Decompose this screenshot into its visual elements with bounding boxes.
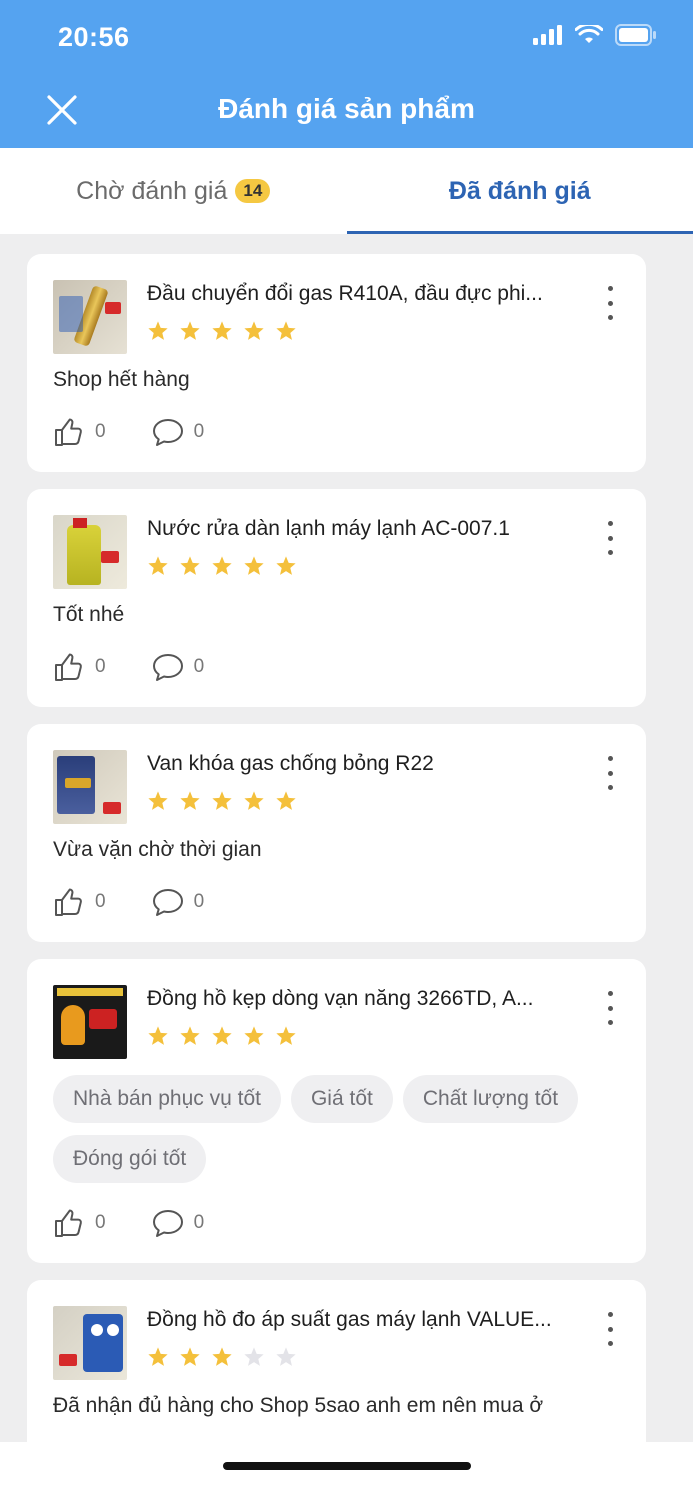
tab-bar: Chờ đánh giá 14 Đã đánh giá	[0, 148, 693, 234]
comment-count: 0	[193, 1212, 205, 1233]
like-count: 0	[95, 656, 106, 677]
comment-bubble-icon	[152, 889, 183, 916]
comment-button[interactable]: 0	[152, 416, 205, 448]
star-filled-icon	[212, 791, 232, 810]
star-filled-icon	[180, 791, 200, 810]
product-thumbnail[interactable]	[53, 1306, 127, 1380]
product-name[interactable]: Van khóa gas chống bỏng R22	[147, 752, 580, 776]
like-button[interactable]: 0	[53, 651, 106, 683]
comment-bubble-icon	[152, 654, 183, 681]
star-filled-icon	[148, 321, 168, 340]
comment-bubble-icon	[152, 1210, 183, 1237]
star-filled-icon	[244, 791, 264, 810]
signal-icon	[533, 25, 562, 45]
star-empty-icon	[244, 1347, 264, 1366]
like-count: 0	[95, 1212, 106, 1233]
product-name[interactable]: Nước rửa dàn lạnh máy lạnh AC-007.1	[147, 517, 580, 541]
product-thumbnail[interactable]	[53, 280, 127, 354]
tab-label: Chờ đánh giá	[76, 176, 228, 205]
comment-count: 0	[193, 421, 205, 442]
review-comment: Vừa vặn chờ thời gian	[53, 838, 262, 861]
app-header: 20:56 Đánh giá sản phẩm	[0, 0, 693, 148]
star-filled-icon	[212, 1026, 232, 1045]
comment-button[interactable]: 0	[152, 1207, 205, 1239]
review-card: Đồng hồ kẹp dòng vạn năng 3266TD, A... N…	[27, 959, 646, 1263]
product-name[interactable]: Đồng hồ kẹp dòng vạn năng 3266TD, A...	[147, 987, 580, 1011]
more-options-button[interactable]	[600, 521, 620, 555]
star-filled-icon	[180, 556, 200, 575]
star-filled-icon	[244, 556, 264, 575]
review-comment: Tốt nhé	[53, 603, 125, 626]
rating-stars	[147, 1025, 580, 1047]
review-list: Đầu chuyển đổi gas R410A, đầu đực phi...…	[27, 254, 646, 1477]
thumbs-up-icon	[55, 888, 82, 916]
star-filled-icon	[276, 791, 296, 810]
review-card: Nước rửa dàn lạnh máy lạnh AC-007.1 Tốt …	[27, 489, 646, 707]
star-filled-icon	[276, 321, 296, 340]
star-filled-icon	[148, 1347, 168, 1366]
star-filled-icon	[148, 556, 168, 575]
wifi-icon	[575, 25, 603, 43]
star-filled-icon	[244, 321, 264, 340]
home-indicator[interactable]	[223, 1462, 471, 1470]
more-options-button[interactable]	[600, 756, 620, 790]
product-name[interactable]: Đầu chuyển đổi gas R410A, đầu đực phi...	[147, 282, 580, 306]
tab-pending-review[interactable]: Chờ đánh giá 14	[0, 148, 347, 234]
star-filled-icon	[180, 321, 200, 340]
more-options-button[interactable]	[600, 1312, 620, 1346]
battery-icon	[615, 24, 656, 46]
review-comment: Đã nhận đủ hàng cho Shop 5sao anh em nên…	[53, 1394, 544, 1417]
comment-count: 0	[193, 656, 205, 677]
star-filled-icon	[180, 1347, 200, 1366]
thumbs-up-icon	[55, 653, 82, 681]
star-filled-icon	[148, 791, 168, 810]
thumbs-up-icon	[55, 418, 82, 446]
review-comment: Shop hết hàng	[53, 368, 190, 391]
review-card: Đồng hồ đo áp suất gas máy lạnh VALUE...…	[27, 1280, 646, 1460]
review-card: Đầu chuyển đổi gas R410A, đầu đực phi...…	[27, 254, 646, 472]
star-filled-icon	[180, 1026, 200, 1045]
comment-button[interactable]: 0	[152, 886, 205, 918]
star-empty-icon	[276, 1347, 296, 1366]
star-filled-icon	[212, 321, 232, 340]
review-tag: Nhà bán phục vụ tốt	[53, 1075, 281, 1123]
status-icons	[533, 24, 657, 46]
star-filled-icon	[276, 556, 296, 575]
product-thumbnail[interactable]	[53, 515, 127, 589]
rating-stars	[147, 320, 580, 342]
review-card: Van khóa gas chống bỏng R22 Vừa vặn chờ …	[27, 724, 646, 942]
comment-button[interactable]: 0	[152, 651, 205, 683]
like-button[interactable]: 0	[53, 886, 106, 918]
review-tag: Giá tốt	[290, 1075, 393, 1123]
like-count: 0	[95, 421, 106, 442]
comment-bubble-icon	[152, 419, 183, 446]
star-filled-icon	[276, 1026, 296, 1045]
like-button[interactable]: 0	[53, 416, 106, 448]
rating-stars	[147, 555, 580, 577]
product-name[interactable]: Đồng hồ đo áp suất gas máy lạnh VALUE...	[147, 1308, 580, 1332]
tab-label: Đã đánh giá	[448, 176, 591, 205]
review-tag: Chất lượng tốt	[402, 1075, 579, 1123]
star-filled-icon	[212, 1347, 232, 1366]
tab-reviewed[interactable]: Đã đánh giá	[346, 148, 693, 234]
product-thumbnail[interactable]	[53, 750, 127, 824]
rating-stars	[147, 1346, 580, 1368]
star-filled-icon	[244, 1026, 264, 1045]
rating-stars	[147, 790, 580, 812]
review-tag: Đóng gói tốt	[53, 1135, 207, 1183]
more-options-button[interactable]	[600, 286, 620, 320]
thumbs-up-icon	[55, 1209, 82, 1237]
like-count: 0	[95, 891, 106, 912]
review-tags: Nhà bán phục vụ tốt Giá tốt Chất lượng t…	[53, 1075, 620, 1183]
home-indicator-bar	[0, 1442, 693, 1500]
more-options-button[interactable]	[600, 991, 620, 1025]
product-thumbnail[interactable]	[53, 985, 127, 1059]
star-filled-icon	[148, 1026, 168, 1045]
comment-count: 0	[193, 891, 205, 912]
pending-count-badge: 14	[235, 179, 271, 203]
page-title: Đánh giá sản phẩm	[218, 93, 475, 124]
star-filled-icon	[212, 556, 232, 575]
status-time: 20:56	[58, 22, 130, 52]
like-button[interactable]: 0	[53, 1207, 106, 1239]
